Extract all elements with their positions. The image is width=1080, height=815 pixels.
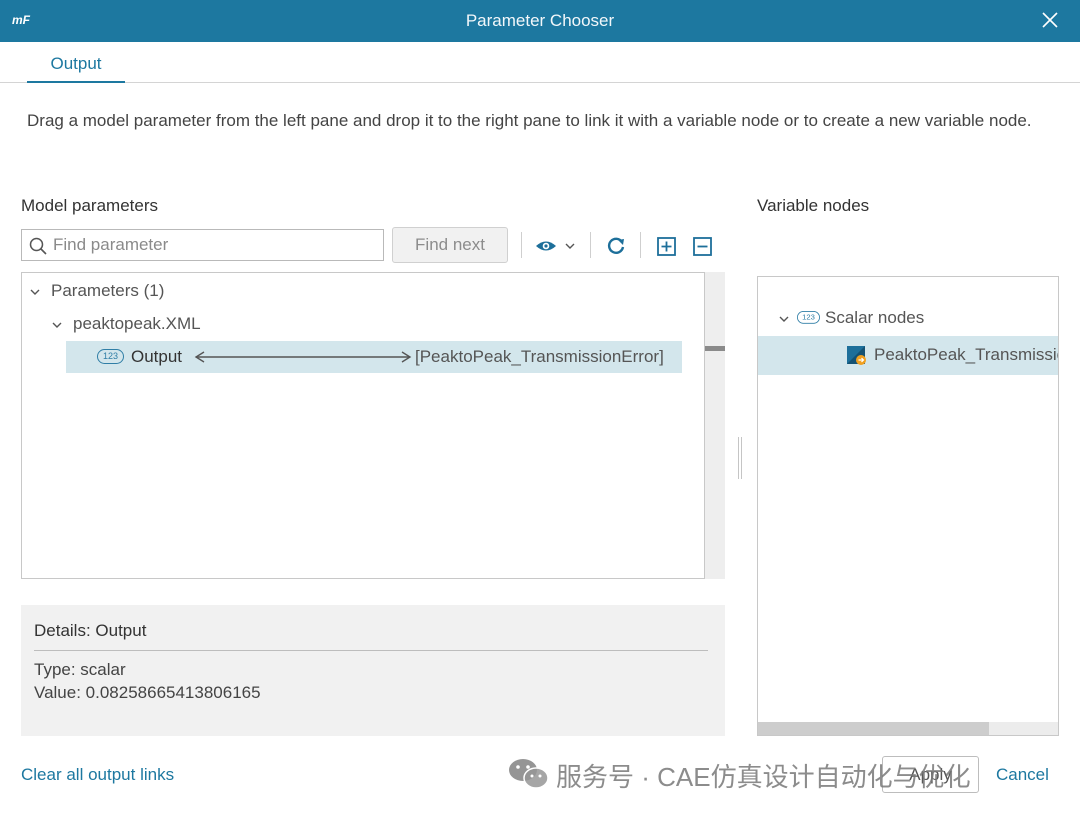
toolbar-divider [640,232,641,258]
title-bar: mF Parameter Chooser [0,0,1080,42]
expand-all-button[interactable] [656,233,678,259]
search-icon [29,237,47,255]
variable-tree[interactable]: 123 Scalar nodes PeaktoPeak_Transmission… [757,276,1059,736]
scrollbar-thumb[interactable] [758,722,989,735]
search-input[interactable] [53,233,378,257]
toolbar-divider [590,232,591,258]
output-parameter-label: Output [131,347,183,366]
eye-icon [536,241,556,251]
details-value: Value: 0.08258665413806165 [34,683,261,702]
tab-output[interactable]: Output [27,54,125,83]
parameter-tree-scrollbar[interactable] [705,272,725,579]
model-parameters-heading: Model parameters [21,196,159,215]
tree-node-parameters[interactable]: Parameters (1) [51,281,164,301]
chevron-down-icon[interactable] [777,312,791,326]
wechat-icon [509,759,549,789]
refresh-icon [607,237,625,254]
details-heading: Details: Output [34,621,147,640]
scalar-badge-icon: 123 [797,311,820,324]
parameter-tree[interactable]: Parameters (1) peaktopeak.XML 123 Output… [21,272,705,579]
refresh-button[interactable] [603,233,629,259]
variable-node-item[interactable]: PeaktoPeak_TransmissionError [758,336,1058,375]
link-arrow-icon [194,351,412,363]
details-type: Type: scalar [34,660,126,679]
expand-all-icon [657,237,676,256]
scrollbar-thumb[interactable] [705,346,725,351]
pane-splitter[interactable] [738,437,742,479]
visibility-dropdown[interactable] [534,233,578,259]
close-icon [1042,12,1058,28]
search-field[interactable] [21,229,384,261]
watermark-text: 服务号 · CAE仿真设计自动化与优化 [556,762,971,792]
linked-variable-label: [PeaktoPeak_TransmissionError] [415,347,664,366]
variable-nodes-heading: Variable nodes [757,196,870,215]
clear-all-output-links-link[interactable]: Clear all output links [21,765,174,785]
tree-node-output[interactable]: 123 Output [PeaktoPeak_TransmissionError… [66,341,682,373]
tree-node-scalar-nodes[interactable]: Scalar nodes [825,308,924,328]
details-panel: Details: Output Type: scalar Value: 0.08… [21,605,725,736]
instructions-text: Drag a model parameter from the left pan… [27,111,1032,130]
window-title: Parameter Chooser [465,11,615,30]
details-divider [34,650,708,651]
scalar-badge-icon: 123 [97,349,124,364]
tab-bar: Output [0,42,1080,83]
collapse-all-button[interactable] [692,233,714,259]
chevron-down-icon[interactable] [28,285,42,299]
variable-node-icon [847,346,866,365]
collapse-all-icon [693,237,712,256]
close-button[interactable] [1040,10,1060,30]
chevron-down-icon [565,243,575,249]
chevron-down-icon[interactable] [50,318,64,332]
toolbar-divider [521,232,522,258]
tree-node-file[interactable]: peaktopeak.XML [73,314,201,334]
variable-tree-scrollbar[interactable] [758,722,1058,735]
variable-node-label: PeaktoPeak_TransmissionError [874,345,1058,364]
find-next-button[interactable]: Find next [392,227,508,263]
cancel-button[interactable]: Cancel [996,765,1049,785]
